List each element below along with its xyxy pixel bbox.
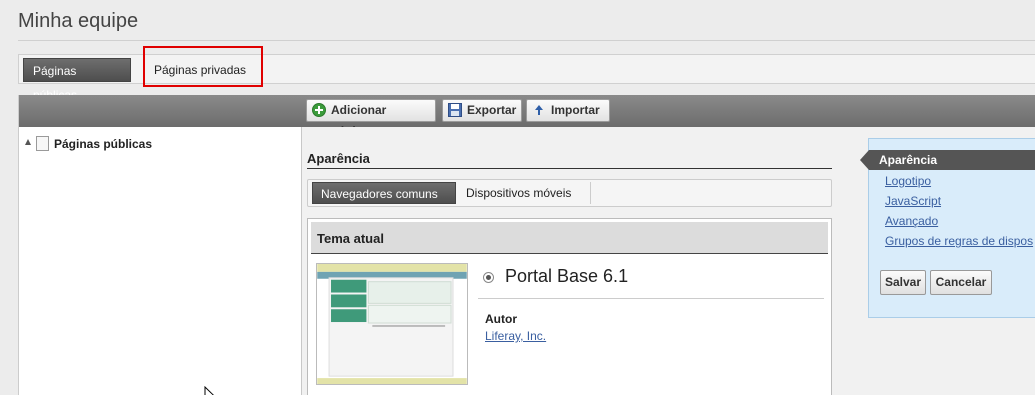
save-disk-icon xyxy=(448,103,462,117)
main-panel: Adicionar página Exportar Importar xyxy=(18,95,1035,395)
tab-common-browsers[interactable]: Navegadores comuns xyxy=(312,182,456,204)
current-theme-header: Tema atual xyxy=(311,222,828,254)
menu-pointer xyxy=(860,150,869,170)
tab-public-pages[interactable]: Páginas públicas xyxy=(23,58,131,102)
import-label: Importar xyxy=(551,103,600,117)
highlight-annotation xyxy=(143,46,263,87)
import-button[interactable]: Importar xyxy=(526,99,610,122)
author-link[interactable]: Liferay, Inc. xyxy=(485,329,546,343)
page-icon xyxy=(36,136,49,151)
side-menu-title[interactable]: Aparência xyxy=(869,150,1035,170)
tab-mobile-devices[interactable]: Dispositivos móveis xyxy=(458,182,591,204)
settings-side-menu: Aparência Logotipo JavaScript Avançado G… xyxy=(860,138,1035,318)
current-theme-box: Tema atual Portal Base 6.1 Autor Liferay… xyxy=(307,218,832,395)
title-divider xyxy=(18,40,1035,41)
page: Minha equipe Páginas públicas Páginas pr… xyxy=(0,0,1035,395)
export-button[interactable]: Exportar xyxy=(442,99,522,122)
link-logo[interactable]: Logotipo xyxy=(885,174,931,188)
theme-divider xyxy=(478,298,824,299)
theme-thumbnail xyxy=(316,263,468,385)
add-page-button[interactable]: Adicionar página xyxy=(306,99,436,138)
save-button[interactable]: Salvar xyxy=(880,270,926,295)
link-advanced[interactable]: Avançado xyxy=(885,214,938,228)
appearance-pane: Aparência Navegadores comuns Dispositivo… xyxy=(302,127,1035,395)
cancel-button[interactable]: Cancelar xyxy=(930,270,992,295)
tree-root-label: Páginas públicas xyxy=(54,137,153,151)
add-icon xyxy=(312,103,326,117)
page-tree-pane: Páginas públicas xyxy=(19,127,301,395)
section-divider xyxy=(307,168,832,169)
export-label: Exportar xyxy=(467,103,517,117)
theme-name: Portal Base 6.1 xyxy=(505,266,629,286)
collapse-arrow-icon[interactable] xyxy=(25,139,31,145)
upload-arrow-icon xyxy=(535,105,543,115)
appearance-title: Aparência xyxy=(307,151,370,166)
author-label: Autor xyxy=(485,312,517,326)
link-javascript[interactable]: JavaScript xyxy=(885,194,941,208)
current-theme-label: Tema atual xyxy=(317,231,384,246)
mouse-cursor-icon xyxy=(204,386,214,395)
page-title: Minha equipe xyxy=(18,10,139,32)
device-tab-bar: Navegadores comuns Dispositivos móveis xyxy=(307,179,832,207)
link-device-rule-groups[interactable]: Grupos de regras de dispos xyxy=(885,234,1033,248)
toolbar: Adicionar página Exportar Importar xyxy=(19,95,1035,138)
theme-radio[interactable] xyxy=(483,272,494,283)
